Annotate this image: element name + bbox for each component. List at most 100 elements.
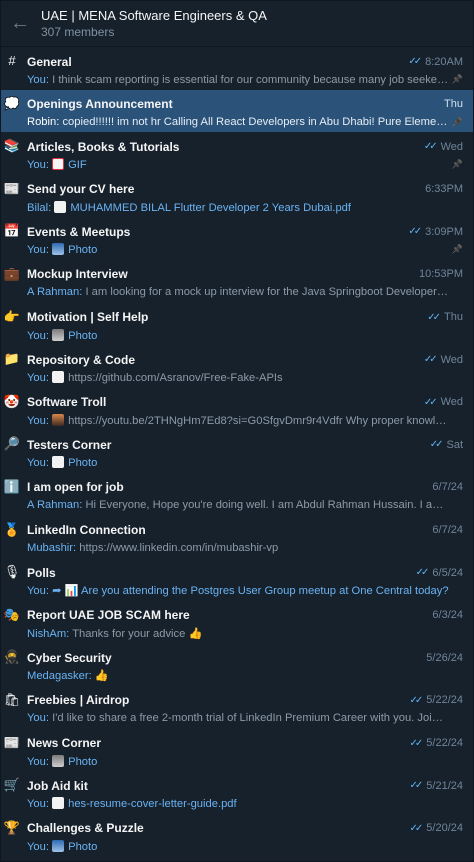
double-check-icon: ✓✓: [415, 567, 430, 579]
topic-time: 6:33PM: [425, 183, 463, 195]
topic-header-row: Testers Corner ✓✓ Sat: [27, 436, 463, 453]
topic-header-row: Articles, Books & Tutorials ✓✓ Wed: [27, 138, 463, 155]
timestamp: 5/26/24: [426, 651, 463, 664]
timestamp: Thu: [444, 98, 463, 111]
topic-time: 6/3/24: [432, 609, 463, 621]
topic-icon: 🏅: [3, 521, 21, 537]
topic-title: Send your CV here: [27, 182, 135, 197]
topic-item[interactable]: 🔎 Testers Corner ✓✓ Sat You: Photo: [1, 430, 473, 473]
media-thumbnail: [52, 754, 65, 767]
last-message-preview: You: Photo: [27, 839, 449, 853]
topic-item[interactable]: 🤡 Software Troll ✓✓ Wed You: https://youtu.b…: [1, 388, 473, 431]
topic-preview-row: You: https://github.com/Asranov/Free-Fak…: [27, 369, 463, 386]
double-check-icon: ✓✓: [409, 822, 424, 834]
topic-preview-row: You: GIF 📌: [27, 156, 463, 173]
media-thumbnail: [52, 839, 65, 852]
topic-item[interactable]: ℹ️ I am open for job 6/7/24 A Rahman: Hi Ev…: [1, 473, 473, 516]
media-label: GIF: [68, 159, 87, 172]
topic-time: ✓✓ Wed: [424, 354, 463, 366]
back-arrow-icon[interactable]: ←: [7, 11, 33, 37]
topic-item[interactable]: # General ✓✓ 8:20AM You: I think scam report…: [1, 47, 473, 90]
message-text: https://youtu.be/2THNgHm7Ed8?si=G0SfgvDm…: [68, 414, 449, 427]
topic-time: ✓✓ 5/22/24: [410, 694, 463, 706]
timestamp: 5/20/24: [426, 822, 463, 835]
topic-header-row: Motivation | Self Help ✓✓ Thu: [27, 309, 463, 326]
topic-time: ✓✓ Sat: [430, 439, 463, 451]
double-check-icon: ✓✓: [423, 396, 438, 408]
topic-preview-row: A Rahman: Hi Everyone, Hope you're doing…: [27, 497, 463, 514]
media-label: Photo: [68, 244, 98, 257]
topic-preview-row: You: Photo: [27, 838, 463, 855]
topic-item[interactable]: 💼 Mockup Interview 10:53PM A Rahman: I am l…: [1, 260, 473, 303]
topic-item[interactable]: 📰 Send your CV here 6:33PM Bilal: MUHAMMED …: [1, 175, 473, 218]
topic-item[interactable]: 📅 Events & Meetups ✓✓ 3:09PM You: Photo 📌: [1, 217, 473, 260]
topic-item[interactable]: 📚 Articles, Books & Tutorials ✓✓ Wed You: GI…: [1, 132, 473, 175]
topic-item[interactable]: 🎙 Polls ✓✓ 6/5/24 You: ➦ 📊 Are you attending…: [1, 558, 473, 601]
media-label: Photo: [68, 457, 98, 470]
topic-title: News Corner: [27, 736, 102, 750]
topic-item[interactable]: 🎭 Report UAE JOB SCAM here 6/3/24 NishAm: T…: [1, 601, 473, 644]
message-sender: A Rahman:: [27, 286, 86, 299]
media-thumbnail: [52, 371, 65, 384]
topic-icon: 💭: [3, 95, 21, 111]
topic-title: Testers Corner: [27, 437, 112, 452]
topic-header-row: Job Aid kit ✓✓ 5/21/24: [27, 777, 463, 794]
topic-preview-row: A Rahman: I am looking for a mock up int…: [27, 284, 463, 301]
topic-title: Repository & Code: [27, 352, 136, 367]
topic-time: 10:53PM: [419, 268, 463, 280]
message-sender: NishAm:: [27, 627, 73, 640]
message-sender: Mubashir:: [27, 542, 80, 555]
timestamp: 6/7/24: [432, 481, 463, 494]
message-text: I'd like to share a free 2-month trial o…: [52, 712, 449, 725]
message-text: https://github.com/Asranov/Free-Fake-API…: [68, 372, 283, 385]
last-message-preview: Medagasker: 👍: [27, 669, 449, 682]
topics-window: ← UAE | MENA Software Engineers & QA 307…: [0, 0, 474, 862]
topic-item[interactable]: 🏅 LinkedIn Connection 6/7/24 Mubashir: http…: [1, 516, 473, 559]
message-sender: You:: [27, 840, 53, 853]
timestamp: 5/22/24: [426, 694, 463, 707]
topic-title: LinkedIn Connection: [27, 523, 146, 538]
topic-icon: 📰: [3, 734, 21, 750]
topic-title: Freebies | Airdrop: [27, 693, 130, 708]
message-text: copied!!!!!! im not hr Calling All React…: [62, 116, 449, 129]
last-message-preview: A Rahman: Hi Everyone, Hope you're doing…: [27, 499, 449, 511]
timestamp: 8:20AM: [425, 55, 463, 68]
last-message-preview: You: I think scam reporting is essential…: [27, 74, 449, 86]
topic-item[interactable]: 💭 Openings Announcement Thu Robin: copied!!…: [1, 89, 473, 133]
topic-item[interactable]: 👉 Motivation | Self Help ✓✓ Thu You: Photo: [1, 303, 473, 346]
message-sender: You:: [27, 159, 53, 172]
double-check-icon: ✓✓: [408, 226, 422, 238]
topic-preview-row: You: I think scam reporting is essential…: [27, 71, 463, 88]
last-message-preview: Mubashir: https://www.linkedin.com/in/mu…: [27, 542, 449, 554]
double-check-icon: ✓✓: [427, 311, 441, 323]
topic-time: ✓✓ Wed: [424, 396, 463, 408]
topic-header-row: Report UAE JOB SCAM here 6/3/24: [27, 607, 463, 624]
header: ← UAE | MENA Software Engineers & QA 307…: [1, 1, 473, 47]
topic-preview-row: Bilal: MUHAMMED BILAL Flutter Developer …: [27, 199, 463, 216]
topic-item[interactable]: 📁 Repository & Code ✓✓ Wed You: https://gith…: [1, 345, 473, 388]
topic-item[interactable]: 🛒 Job Aid kit ✓✓ 5/21/24 You: hes-resume-cov…: [1, 771, 473, 814]
topic-icon: #: [8, 53, 16, 68]
topic-title: Events & Meetups: [27, 224, 131, 239]
topic-time: ✓✓ 5/21/24: [410, 780, 463, 792]
topic-item[interactable]: 🛍 Freebies | Airdrop ✓✓ 5/22/24 You: I'd lik…: [1, 686, 473, 729]
topic-preview-row: You: hes-resume-cover-letter-guide.pdf: [27, 795, 463, 812]
pin-icon: 📌: [451, 244, 463, 255]
topic-item[interactable]: 🏆 Challenges & Puzzle ✓✓ 5/20/24 You: Photo: [1, 814, 473, 857]
topic-title: Cyber Security: [27, 650, 112, 665]
message-sender: You:: [27, 712, 53, 725]
topic-icon: 📚: [3, 138, 21, 154]
timestamp: 5/22/24: [426, 737, 463, 749]
topic-header-row: Polls ✓✓ 6/5/24: [27, 564, 463, 581]
message-text: I am looking for a mock up interview for…: [85, 286, 449, 299]
timestamp: 3:09PM: [425, 225, 463, 238]
topic-item[interactable]: 📰 News Corner ✓✓ 5/22/24 You: Photo: [1, 729, 473, 772]
message-sender: Medagasker:: [27, 670, 95, 683]
media-label: Photo: [68, 755, 98, 768]
topic-icon: 👉: [3, 308, 21, 324]
group-info[interactable]: UAE | MENA Software Engineers & QA 307 m…: [41, 8, 267, 40]
topic-item[interactable]: 🥷 Cyber Security 5/26/24 Medagasker: 👍: [1, 643, 473, 686]
last-message-preview: You: Photo: [27, 754, 449, 768]
topic-header-row: Send your CV here 6:33PM: [27, 181, 463, 198]
topic-header-row: I am open for job 6/7/24: [27, 479, 463, 496]
